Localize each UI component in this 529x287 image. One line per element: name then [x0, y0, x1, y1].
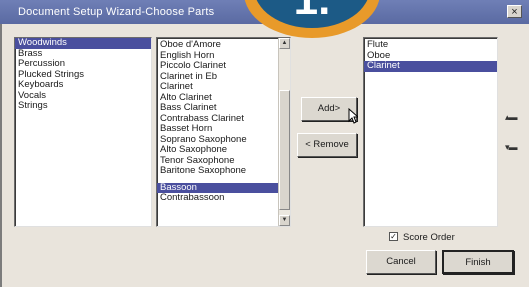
- add-button-label: Add>: [317, 103, 341, 114]
- instrument-scrollbar[interactable]: ▲ ▼: [278, 38, 290, 226]
- instrument-list-item[interactable]: Bass Clarinet: [157, 102, 290, 114]
- step-number: 1.: [254, 0, 370, 22]
- scroll-up-arrow-icon[interactable]: ▲: [279, 38, 290, 49]
- finish-button[interactable]: Finish: [442, 250, 514, 274]
- chosen-parts-list[interactable]: Flute Oboe Clarinet: [363, 37, 498, 227]
- score-order-label: Score Order: [403, 232, 455, 243]
- instrument-list-item[interactable]: Basset Horn: [157, 123, 290, 135]
- instrument-list-item[interactable]: Clarinet: [157, 81, 290, 93]
- remove-button[interactable]: < Remove: [297, 133, 357, 157]
- chosen-parts-item[interactable]: Flute: [364, 39, 497, 51]
- finish-button-label: Finish: [465, 257, 491, 268]
- instrument-list-item[interactable]: Alto Saxophone: [157, 144, 290, 156]
- close-button[interactable]: ×: [507, 5, 522, 18]
- move-down-icon[interactable]: ▾▬: [505, 142, 517, 153]
- mouse-cursor-icon: [348, 108, 358, 124]
- family-list-item[interactable]: Percussion: [15, 58, 151, 70]
- cancel-button-label: Cancel: [386, 256, 416, 267]
- window-title: Document Setup Wizard-Choose Parts: [18, 6, 215, 18]
- family-list-item[interactable]: Woodwinds: [15, 38, 151, 49]
- scroll-thumb[interactable]: [279, 90, 290, 210]
- score-order-checkbox[interactable]: ✓: [389, 232, 398, 241]
- family-list-item[interactable]: Strings: [15, 100, 151, 112]
- instrument-list-item[interactable]: Contrabassoon: [157, 192, 290, 204]
- instrument-list-item[interactable]: Baritone Saxophone: [157, 165, 290, 177]
- cancel-button[interactable]: Cancel: [366, 250, 436, 274]
- family-list-item[interactable]: Keyboards: [15, 79, 151, 91]
- instrument-list[interactable]: Oboe d'Amore English Horn Piccolo Clarinet…: [156, 37, 291, 227]
- move-up-icon[interactable]: ▴▬: [505, 112, 517, 123]
- scroll-down-arrow-icon[interactable]: ▼: [279, 215, 290, 226]
- remove-button-label: < Remove: [305, 139, 349, 150]
- chosen-parts-item[interactable]: Clarinet: [364, 60, 497, 72]
- instrument-list-item[interactable]: Oboe d'Amore: [157, 39, 290, 51]
- family-list[interactable]: Woodwinds Brass Percussion Plucked Strings K…: [14, 37, 152, 227]
- instrument-list-item[interactable]: Piccolo Clarinet: [157, 60, 290, 72]
